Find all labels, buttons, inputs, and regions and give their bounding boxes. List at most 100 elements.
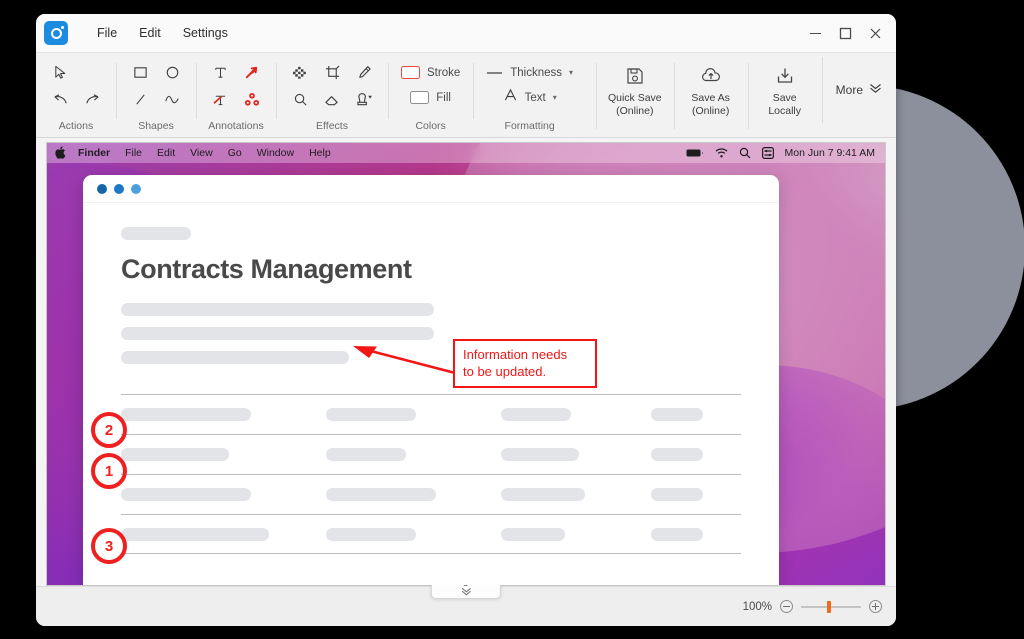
undo-arrow-icon[interactable] bbox=[45, 87, 75, 112]
save-locally-line2: Locally bbox=[768, 105, 801, 117]
battery-icon[interactable] bbox=[686, 148, 704, 158]
save-as-online-button[interactable]: Save As (Online) bbox=[673, 57, 748, 137]
quick-save-line1: Quick Save bbox=[607, 92, 662, 104]
callout-3[interactable]: 3 bbox=[91, 528, 127, 564]
circle-icon[interactable] bbox=[157, 60, 187, 85]
three-circles-icon[interactable] bbox=[237, 87, 267, 112]
text-placeholder-line bbox=[121, 327, 434, 340]
crossed-t-icon[interactable] bbox=[205, 87, 235, 112]
menu-item-file[interactable]: File bbox=[86, 22, 128, 44]
minus-circle-icon[interactable] bbox=[780, 600, 793, 613]
red-arrow-icon[interactable] bbox=[237, 60, 267, 85]
chevron-down-icon: ▾ bbox=[552, 93, 557, 102]
traffic-light-close-icon[interactable] bbox=[97, 183, 107, 194]
ribbon-group-label: Shapes bbox=[138, 120, 174, 132]
text-placeholder-line bbox=[121, 303, 434, 316]
menu-item-settings[interactable]: Settings bbox=[172, 22, 239, 44]
table-row[interactable] bbox=[121, 474, 741, 514]
quick-save-line2: (Online) bbox=[616, 105, 654, 117]
menu-item-edit[interactable]: Edit bbox=[128, 22, 172, 44]
zoom-level: 100% bbox=[742, 600, 772, 613]
macos-menu-bar: Finder File Edit View Go Window Help Mon… bbox=[47, 143, 885, 163]
text-style-label: Text bbox=[524, 91, 546, 104]
mac-menu-view[interactable]: View bbox=[190, 147, 213, 159]
close-icon[interactable] bbox=[860, 20, 890, 46]
quick-save-online-button[interactable]: Quick Save (Online) bbox=[595, 57, 674, 137]
crop-icon[interactable] bbox=[317, 60, 347, 85]
eraser-icon[interactable] bbox=[317, 87, 347, 112]
download-tray-icon bbox=[775, 63, 795, 89]
ribbon-group-effects: Effects bbox=[276, 57, 388, 137]
ribbon-group-annotations: Annotations bbox=[196, 57, 276, 137]
thickness-dropdown[interactable]: Thickness ▾ bbox=[482, 60, 577, 85]
mac-menu-edit[interactable]: Edit bbox=[157, 147, 175, 159]
double-chevron-down-icon bbox=[446, 587, 486, 597]
menu-bar: File Edit Settings bbox=[86, 22, 239, 44]
ribbon-group-actions: Actions bbox=[36, 57, 116, 137]
text-t-icon[interactable] bbox=[205, 60, 235, 85]
more-button[interactable]: More bbox=[821, 57, 896, 123]
table-row[interactable] bbox=[121, 434, 741, 474]
table-row[interactable] bbox=[121, 394, 741, 434]
wifi-icon[interactable] bbox=[715, 148, 728, 158]
fill-label: Fill bbox=[436, 91, 451, 104]
text-placeholder-line bbox=[121, 351, 349, 364]
text-style-dropdown[interactable]: Text ▾ bbox=[499, 85, 561, 110]
minimize-icon[interactable] bbox=[800, 20, 830, 46]
save-as-line2: (Online) bbox=[691, 105, 730, 117]
mac-menu-help[interactable]: Help bbox=[309, 147, 331, 159]
stroke-color-button[interactable]: Stroke bbox=[397, 60, 464, 85]
callout-number: 2 bbox=[104, 421, 114, 439]
mac-menu-window[interactable]: Window bbox=[257, 147, 294, 159]
camera-aperture-icon bbox=[44, 21, 68, 45]
cloud-upload-icon bbox=[700, 63, 722, 89]
control-center-icon[interactable] bbox=[761, 147, 774, 159]
red-arrow[interactable] bbox=[347, 341, 467, 381]
ribbon-group-shapes: Shapes bbox=[116, 57, 196, 137]
thickness-label: Thickness bbox=[510, 66, 563, 79]
cursor-arrow-icon[interactable] bbox=[45, 60, 75, 85]
magnifier-icon[interactable] bbox=[285, 87, 315, 112]
wave-icon[interactable] bbox=[157, 87, 187, 112]
zoom-slider-knob[interactable] bbox=[827, 600, 831, 613]
fill-color-button[interactable]: Fill bbox=[406, 85, 455, 110]
square-icon[interactable] bbox=[125, 60, 155, 85]
fill-swatch-icon bbox=[410, 91, 430, 104]
mac-menu-file[interactable]: File bbox=[125, 147, 142, 159]
mac-menu-finder[interactable]: Finder bbox=[78, 147, 110, 159]
callout-1[interactable]: 1 bbox=[91, 453, 127, 489]
mac-clock[interactable]: Mon Jun 7 9:41 AM bbox=[785, 147, 875, 159]
ribbon-group-label: Actions bbox=[58, 120, 94, 132]
pixelate-icon[interactable] bbox=[285, 60, 315, 85]
line-icon[interactable] bbox=[125, 87, 155, 112]
traffic-light-minimize-icon[interactable] bbox=[114, 183, 124, 194]
table-row[interactable] bbox=[121, 514, 741, 554]
plus-circle-icon[interactable] bbox=[869, 600, 882, 613]
callout-2[interactable]: 2 bbox=[91, 412, 127, 448]
zoom-slider[interactable] bbox=[801, 600, 861, 613]
more-label: More bbox=[835, 83, 863, 97]
macos-screenshot: Finder File Edit View Go Window Help Mon… bbox=[46, 142, 886, 586]
highlighter-pen-icon[interactable] bbox=[349, 60, 379, 85]
stroke-swatch-icon bbox=[401, 66, 420, 79]
ribbon-group-label: Colors bbox=[415, 120, 446, 132]
canvas-area: Finder File Edit View Go Window Help Mon… bbox=[36, 138, 896, 586]
page-title: Contracts Management bbox=[121, 254, 412, 284]
callout-number: 1 bbox=[104, 462, 114, 480]
stamp-icon[interactable] bbox=[349, 87, 379, 112]
redo-arrow-icon[interactable] bbox=[77, 87, 107, 112]
records-table bbox=[121, 394, 741, 554]
mac-menu-go[interactable]: Go bbox=[228, 147, 242, 159]
maximize-icon[interactable] bbox=[830, 20, 860, 46]
search-icon[interactable] bbox=[739, 147, 751, 159]
ribbon-group-label: Effects bbox=[316, 120, 348, 132]
note-textbox[interactable]: Information needs to be updated. bbox=[453, 339, 597, 388]
document-title-bar bbox=[83, 175, 779, 203]
ribbon-group-formatting: Thickness ▾ Text ▾ Formatting bbox=[473, 57, 586, 137]
floppy-disk-icon bbox=[625, 63, 645, 89]
ribbon-group-colors: Stroke Fill Colors bbox=[388, 57, 473, 137]
traffic-light-maximize-icon[interactable] bbox=[131, 183, 141, 194]
spacer-icon bbox=[77, 60, 107, 85]
window-controls bbox=[800, 20, 890, 46]
save-locally-button[interactable]: Save Locally bbox=[747, 57, 822, 137]
